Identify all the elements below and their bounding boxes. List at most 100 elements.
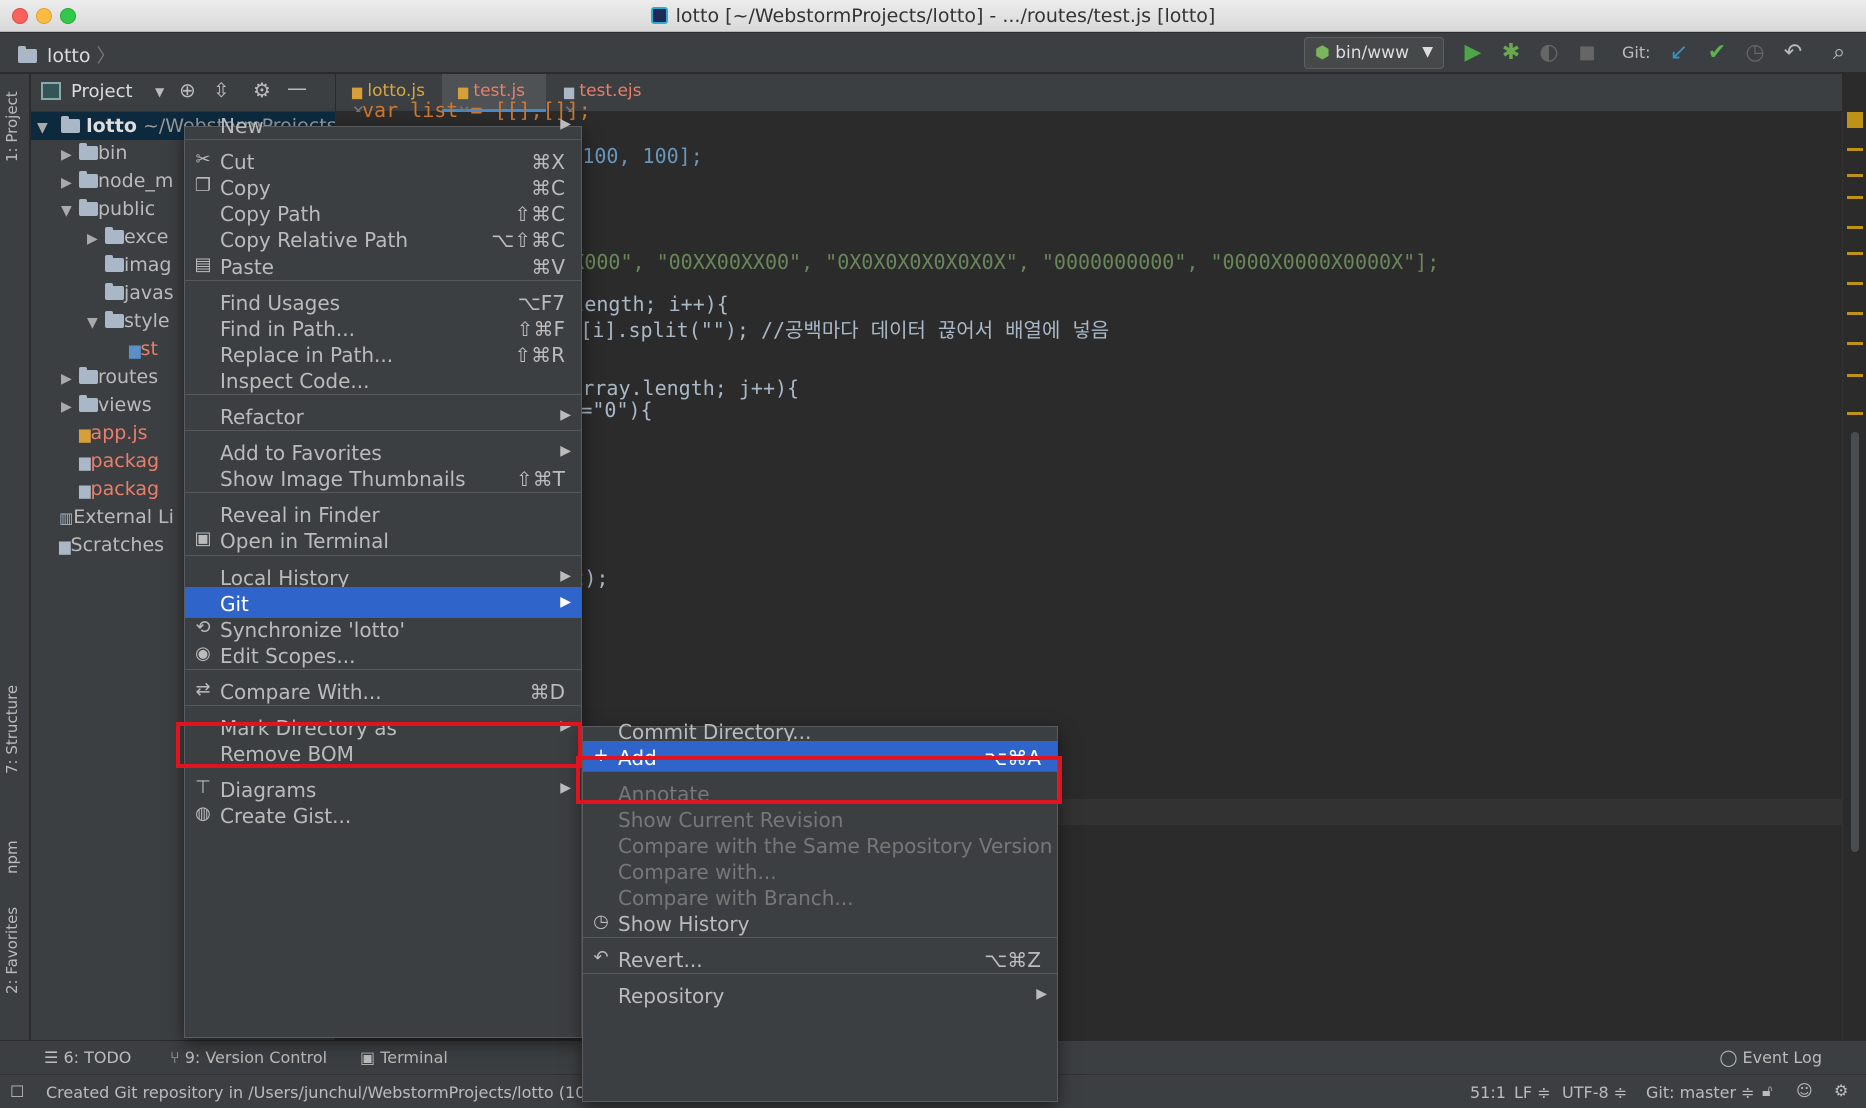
tree-item[interactable]: ▶ bin <box>61 142 127 170</box>
tree-item-label: public <box>98 198 156 220</box>
tree-item[interactable]: ▶ routes <box>61 366 158 394</box>
menu-item-label: Inspect Code... <box>220 368 370 393</box>
submenu-arrow-icon: ▶ <box>560 116 571 132</box>
submenu-arrow-icon: ▶ <box>560 407 571 423</box>
tree-item-label: External Li <box>73 506 174 528</box>
tree-item[interactable]: ▆Scratches <box>41 534 164 562</box>
folder-icon <box>105 283 124 300</box>
menu-item-paste[interactable]: ▤ Paste ⌘V <box>185 250 581 281</box>
menu-item-edit-scopes[interactable]: ◉ Edit Scopes... <box>185 639 581 670</box>
event-log-tool-tab[interactable]: ◯ Event Log <box>1720 1048 1823 1067</box>
encoding-selector[interactable]: UTF-8 ≑ <box>1562 1083 1627 1102</box>
tree-item[interactable]: ▼ style <box>87 310 170 338</box>
menu-item-open-in-terminal[interactable]: ▣ Open in Terminal <box>185 524 581 555</box>
status-message[interactable]: Created Git repository in /Users/junchul… <box>46 1083 606 1102</box>
tree-item[interactable]: imag <box>87 254 172 282</box>
tree-item[interactable]: ▶ views <box>61 394 152 422</box>
hide-panel-icon[interactable]: — <box>287 76 307 100</box>
tree-item[interactable]: ▼ public <box>61 198 155 226</box>
project-view-selector[interactable]: Project <box>71 81 133 102</box>
tree-item[interactable]: ▆app.js <box>61 422 148 450</box>
breadcrumb-item[interactable]: lotto <box>47 45 90 67</box>
gear-icon[interactable]: ⚙ <box>253 78 271 102</box>
tool-tab-structure[interactable]: 7: Structure <box>3 685 21 774</box>
folder-icon <box>61 116 81 133</box>
library-icon: ▥ <box>59 509 74 527</box>
line-separator-selector[interactable]: LF ≑ <box>1514 1083 1551 1102</box>
tree-item[interactable]: ▶ node_m <box>61 170 173 198</box>
menu-separator <box>185 139 581 141</box>
stop-icon[interactable]: ■ <box>1572 38 1602 68</box>
window-title: lotto [~/WebstormProjects/lotto] - .../r… <box>0 5 1866 27</box>
folder-icon <box>105 255 124 272</box>
git-update-icon[interactable]: ↙ <box>1664 38 1694 68</box>
warning-indicator-icon[interactable] <box>1847 112 1863 128</box>
highlight-box-add <box>576 756 1062 804</box>
menu-item-revert[interactable]: ↶ Revert... ⌥⌘Z <box>583 943 1057 974</box>
menu-item-create-gist[interactable]: ◍ Create Gist... <box>185 799 581 830</box>
todo-tool-tab[interactable]: ☰ 6: TODO <box>44 1048 131 1067</box>
title-bar: lotto [~/WebstormProjects/lotto] - .../r… <box>0 0 1866 32</box>
expand-arrow-icon[interactable]: ▼ <box>87 315 105 331</box>
coverage-icon[interactable]: ◐ <box>1534 38 1564 68</box>
tree-item[interactable]: ▥External Li <box>41 506 174 534</box>
menu-item-label: New <box>220 114 264 138</box>
menu-item-show-image-thumbnails[interactable]: Show Image Thumbnails ⇧⌘T <box>185 462 581 493</box>
menu-item-shortcut: ⌥⌘Z <box>984 948 1041 972</box>
tree-item-label: Scratches <box>70 534 165 556</box>
expand-arrow-icon[interactable]: ▼ <box>61 203 79 219</box>
expand-arrow-icon[interactable]: ▶ <box>87 231 105 247</box>
tree-item[interactable]: ▆st <box>111 338 158 366</box>
scroll-from-source-icon[interactable]: ⊕ <box>179 78 196 102</box>
tree-item-label: packag <box>90 450 160 472</box>
tree-item[interactable]: javas <box>87 282 174 310</box>
search-icon[interactable]: ⌕ <box>1824 38 1854 68</box>
menu-separator <box>185 554 581 556</box>
expand-arrow-icon[interactable]: ▶ <box>61 147 79 163</box>
breadcrumb[interactable]: lotto 〉 <box>18 41 116 68</box>
tool-tab-npm[interactable]: npm <box>3 840 21 874</box>
debug-icon[interactable]: ✱ <box>1496 38 1526 68</box>
chevron-down-icon[interactable]: ▼ <box>155 85 164 99</box>
inspector-icon[interactable]: ☺ <box>1796 1081 1813 1100</box>
status-toggle-icon[interactable]: ☐ <box>10 1082 24 1101</box>
version-control-tool-tab[interactable]: ⑂ 9: Version Control <box>170 1048 327 1067</box>
tool-tab-project[interactable]: 1: Project <box>3 91 21 162</box>
menu-separator <box>185 705 581 706</box>
git-history-icon[interactable]: ◷ <box>1740 38 1770 68</box>
memory-indicator-icon[interactable]: ⚙ <box>1834 1081 1848 1100</box>
menu-item-label: Open in Terminal <box>220 529 389 554</box>
caret-position[interactable]: 51:1 <box>1470 1083 1506 1102</box>
run-configuration-selector[interactable]: ⬢ bin/www ▼ <box>1304 37 1444 69</box>
git-branch-selector[interactable]: Git: master ≑ <box>1646 1083 1755 1102</box>
menu-item-new[interactable]: New ▶ <box>185 109 581 140</box>
expand-arrow-icon[interactable]: ▶ <box>61 175 79 191</box>
editor-scrollbar[interactable] <box>1851 432 1859 852</box>
webstorm-logo-icon <box>650 7 668 24</box>
collapse-all-icon[interactable]: ⇳ <box>213 78 230 102</box>
tree-root-label: lotto <box>86 115 137 137</box>
highlight-box-git <box>176 722 582 768</box>
expand-arrow-icon[interactable]: ▶ <box>61 399 79 415</box>
expand-arrow-icon[interactable]: ▶ <box>61 371 79 387</box>
undo-icon[interactable]: ↶ <box>1778 38 1808 68</box>
tool-tab-favorites[interactable]: 2: Favorites <box>3 907 21 994</box>
terminal-tool-tab[interactable]: ▣ Terminal <box>360 1048 448 1067</box>
menu-item-compare-with[interactable]: ⇄ Compare With... ⌘D <box>185 675 581 706</box>
tree-item[interactable]: ▆packag <box>61 450 159 478</box>
tree-item-label: views <box>98 394 152 416</box>
menu-item-refactor[interactable]: Refactor ▶ <box>185 400 581 431</box>
menu-item-inspect-code[interactable]: Inspect Code... <box>185 364 581 395</box>
menu-item-show-history[interactable]: ◷ Show History <box>583 907 1057 938</box>
tree-item[interactable]: ▆packag <box>61 478 159 506</box>
run-icon[interactable]: ▶ <box>1458 38 1488 68</box>
expand-arrow-icon[interactable]: ▼ <box>37 120 55 136</box>
menu-separator <box>583 973 1057 974</box>
terminal-icon: ▣ <box>194 528 212 550</box>
tree-item[interactable]: ▶ exce <box>87 226 168 254</box>
git-commit-icon[interactable]: ✔ <box>1702 38 1732 68</box>
menu-item-label: Refactor <box>220 405 304 429</box>
lock-icon[interactable]: 🔓︎ <box>1762 1081 1772 1101</box>
menu-item-repository[interactable]: Repository ▶ <box>583 979 1057 1010</box>
branch-icon: ⑂ <box>170 1048 185 1067</box>
